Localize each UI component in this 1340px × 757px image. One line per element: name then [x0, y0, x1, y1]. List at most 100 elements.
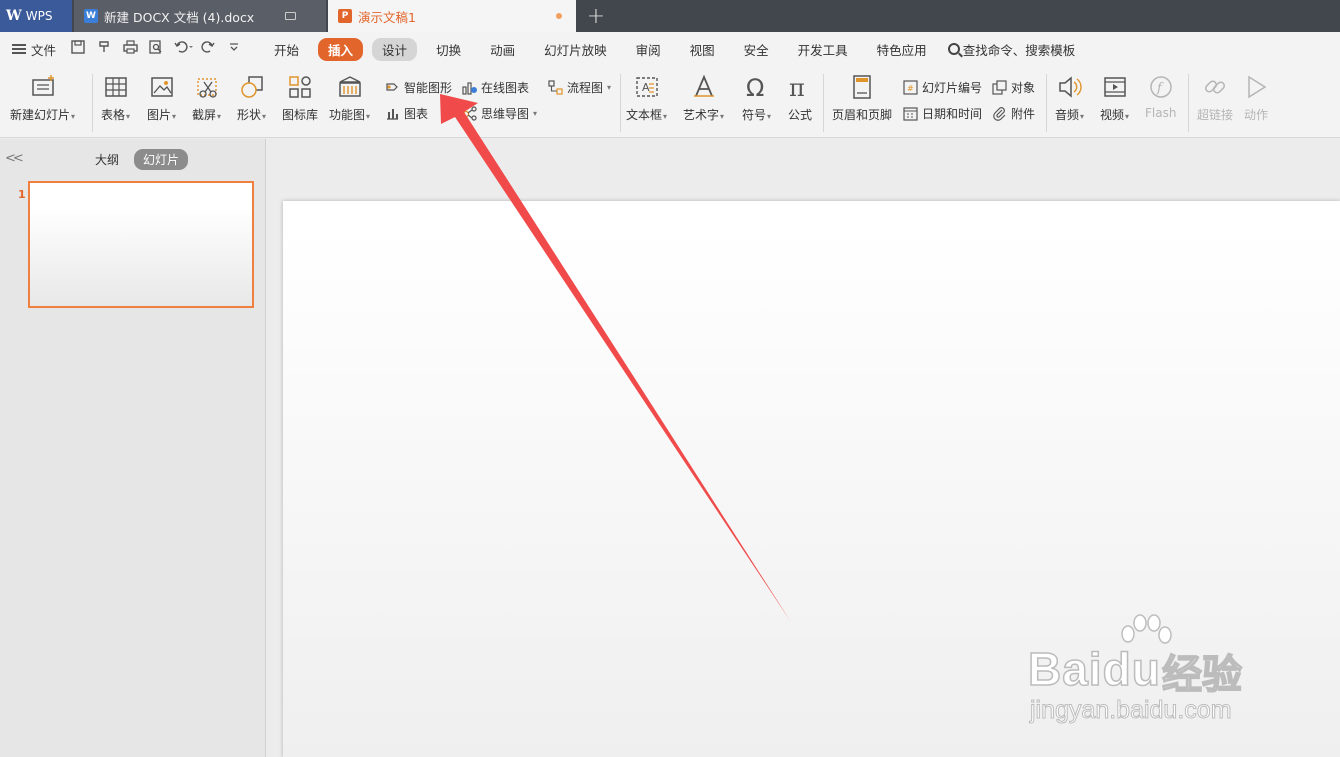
attachment-button[interactable]: 附件	[992, 105, 1035, 122]
audio-button[interactable]: 音频▾	[1055, 74, 1084, 123]
video-button[interactable]: 视频▾	[1100, 74, 1129, 123]
header-footer-label: 页眉和页脚	[832, 108, 893, 122]
table-icon	[103, 74, 129, 100]
menu-developer[interactable]: 开发工具	[788, 38, 858, 61]
quick-access-toolbar	[70, 40, 242, 58]
tab-presentation[interactable]: P 演示文稿1	[328, 0, 576, 32]
screenshot-button[interactable]: 截屏▾	[192, 74, 221, 123]
object-label: 对象	[1011, 81, 1036, 95]
tab-bar: W WPS W 新建 DOCX 文档 (4).docx P 演示文稿1 +	[0, 0, 1340, 32]
menu-review[interactable]: 审阅	[626, 38, 671, 61]
online-chart-button[interactable]: 在线图表	[462, 79, 529, 96]
flash-button[interactable]: f Flash	[1145, 74, 1176, 120]
mind-map-label: 思维导图	[481, 107, 530, 121]
screenshot-label: 截屏	[192, 108, 217, 122]
collapse-panel-icon[interactable]: <<	[5, 151, 24, 166]
icon-library-button[interactable]: 图标库	[282, 74, 318, 123]
dropdown-caret-icon: ▾	[366, 112, 371, 121]
baidu-jingyan-watermark: Baidu 经验 jingyan.baidu.com	[1027, 612, 1278, 732]
file-menu-button[interactable]: 文件	[12, 40, 56, 59]
new-slide-button[interactable]: 新建幻灯片▾	[10, 74, 75, 123]
function-chart-button[interactable]: 功能图▾	[329, 74, 370, 123]
tab-wps-label: WPS	[25, 9, 53, 23]
monitor-icon	[285, 12, 296, 20]
chart-label: 图表	[404, 107, 429, 121]
menu-features[interactable]: 特色应用	[867, 38, 937, 61]
shape-icon	[239, 74, 265, 100]
tab-outline[interactable]: 大纲	[86, 149, 128, 170]
chart-button[interactable]: 图表	[385, 105, 428, 122]
new-tab-button[interactable]: +	[576, 0, 616, 32]
dropdown-caret-icon: ▾	[607, 83, 612, 92]
tab-wps-home[interactable]: W WPS	[0, 0, 72, 32]
slide-navigation-panel: << 大纲 幻灯片 1	[0, 139, 266, 757]
speaker-icon	[1057, 74, 1083, 100]
menu-security[interactable]: 安全	[734, 38, 779, 61]
hamburger-icon	[12, 44, 26, 54]
table-button[interactable]: 表格▾	[101, 74, 130, 123]
ribbon-divider	[620, 74, 621, 132]
video-label: 视频	[1100, 108, 1125, 122]
symbol-label: 符号	[742, 108, 767, 122]
screenshot-icon	[194, 74, 220, 100]
presentation-doc-icon: P	[338, 9, 352, 23]
dropdown-caret-icon: ▾	[217, 112, 222, 121]
slide-thumbnail[interactable]	[28, 181, 254, 308]
header-footer-button[interactable]: 页眉和页脚	[832, 74, 892, 123]
dropdown-caret-icon: ▾	[767, 112, 772, 121]
dropdown-caret-icon: ▾	[172, 112, 177, 121]
menu-insert[interactable]: 插入	[318, 37, 364, 61]
format-painter-icon[interactable]	[96, 40, 112, 58]
undo-icon[interactable]	[174, 40, 194, 58]
command-search[interactable]: 查找命令、搜索模板	[947, 40, 1075, 59]
textbox-label: 文本框	[626, 108, 663, 122]
action-button[interactable]: 动作	[1243, 74, 1269, 123]
redo-icon[interactable]	[200, 40, 216, 58]
dropdown-caret-icon: ▾	[663, 112, 668, 121]
date-time-button[interactable]: 日期和时间	[903, 105, 982, 122]
shape-button[interactable]: 形状▾	[237, 74, 266, 123]
formula-button[interactable]: π 公式	[787, 74, 813, 123]
unsaved-dot-icon	[556, 13, 562, 19]
tab-docx-document[interactable]: W 新建 DOCX 文档 (4).docx	[74, 0, 326, 32]
print-icon[interactable]	[122, 40, 138, 58]
ribbon-divider	[1188, 74, 1189, 132]
menu-transition[interactable]: 切换	[426, 38, 471, 61]
wordart-label: 艺术字	[683, 108, 720, 122]
dropdown-caret-icon: ▾	[71, 112, 76, 121]
save-icon[interactable]	[70, 40, 86, 58]
menu-animation[interactable]: 动画	[480, 38, 525, 61]
picture-button[interactable]: 图片▾	[147, 74, 176, 123]
tab-presentation-label: 演示文稿1	[358, 9, 416, 25]
hyperlink-label: 超链接	[1197, 108, 1234, 122]
textbox-button[interactable]: A 文本框▾	[626, 74, 667, 123]
print-preview-icon[interactable]	[148, 40, 164, 58]
formula-label: 公式	[787, 108, 812, 122]
pi-icon: π	[787, 74, 813, 102]
slide-number-button[interactable]: # 幻灯片编号	[903, 79, 982, 96]
flowchart-button[interactable]: 流程图 ▾	[548, 79, 611, 96]
hyperlink-button[interactable]: 超链接	[1197, 74, 1233, 123]
mind-map-button[interactable]: 思维导图 ▾	[462, 105, 537, 122]
tab-slides[interactable]: 幻灯片	[134, 149, 189, 170]
watermark-brand: Baidu	[1027, 642, 1161, 696]
menu-design[interactable]: 设计	[372, 37, 418, 61]
flowchart-icon	[548, 80, 563, 95]
customize-toolbar-icon[interactable]	[226, 41, 242, 57]
menu-home[interactable]: 开始	[264, 38, 309, 61]
watermark-url: jingyan.baidu.com	[1030, 696, 1233, 725]
dropdown-caret-icon: ▾	[1080, 112, 1085, 121]
omega-icon: Ω	[744, 74, 770, 102]
smart-art-button[interactable]: 智能图形	[385, 79, 452, 96]
object-button[interactable]: 对象	[992, 79, 1035, 96]
menu-slideshow[interactable]: 幻灯片放映	[534, 38, 617, 61]
link-icon	[1202, 74, 1228, 100]
slide-thumbnail-number: 1	[18, 188, 26, 201]
svg-text:f: f	[1156, 81, 1164, 96]
svg-text:A: A	[642, 81, 650, 94]
smart-art-icon	[385, 80, 400, 95]
symbol-button[interactable]: Ω 符号▾	[742, 74, 771, 123]
menu-view[interactable]: 视图	[680, 38, 725, 61]
wordart-button[interactable]: 艺术字▾	[683, 74, 724, 123]
dropdown-caret-icon: ▾	[533, 109, 538, 118]
